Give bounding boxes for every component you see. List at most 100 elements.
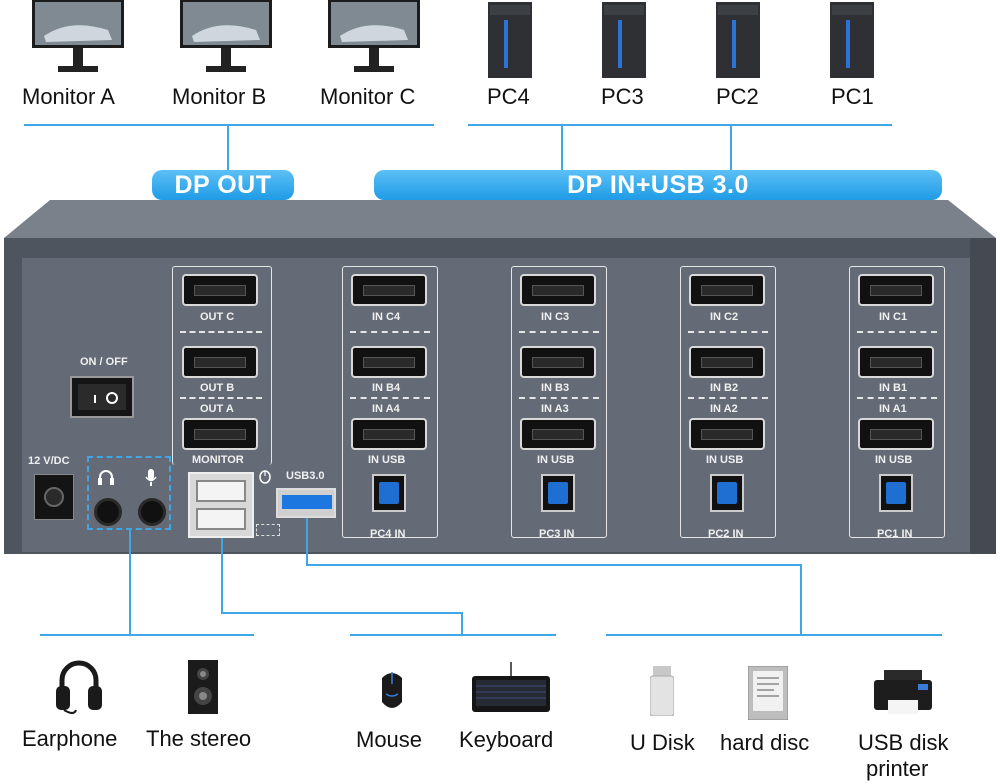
pc2-usb-label: IN USB <box>706 454 744 466</box>
pc4-in-b-label: IN B4 <box>372 382 401 394</box>
monitor-b-icon <box>178 0 274 78</box>
audio-drop-line <box>129 530 131 634</box>
usb30-route-down <box>800 564 802 636</box>
storage-bracket-line <box>606 634 942 636</box>
power-switch[interactable] <box>70 376 134 418</box>
mouse-label: Mouse <box>356 727 423 752</box>
pc1-in-c-label: IN C1 <box>879 311 908 323</box>
power-off-mark <box>106 392 118 404</box>
dp-out-banner: DP OUT <box>152 170 294 200</box>
pc1-dp-in-b-port[interactable] <box>858 346 934 378</box>
earphone-icon <box>54 654 104 716</box>
monitor-c-icon <box>326 0 422 78</box>
pc2-dp-in-a-port[interactable] <box>689 418 765 450</box>
usb-a-drop-line <box>221 538 223 614</box>
dp-out-a-port[interactable] <box>182 418 258 450</box>
u-disk-label: U Disk <box>630 730 695 755</box>
u-disk-icon <box>649 666 675 717</box>
dc-jack-hole <box>44 487 64 507</box>
pc4-dp-in-a-port[interactable] <box>351 418 427 450</box>
power-switch-rocker <box>78 384 126 410</box>
dp-in-connector-left <box>561 124 563 172</box>
stereo-speaker-icon <box>188 660 218 714</box>
hard-disc-icon <box>747 665 789 721</box>
pc2-in-c-label: IN C2 <box>710 311 739 323</box>
dc-power-port[interactable] <box>34 474 74 520</box>
pc2-usb-b-port[interactable] <box>710 474 744 512</box>
usb-a-slot-top <box>196 480 246 502</box>
usb30-port-tongue <box>282 495 332 509</box>
stereo-label: The stereo <box>146 726 252 751</box>
usb-a-route-line <box>221 612 463 614</box>
pc4-dp-in-c-port[interactable] <box>351 274 427 306</box>
pc1-divider-2 <box>857 397 937 399</box>
output-divider-1 <box>180 331 262 333</box>
out-c-label: OUT C <box>200 311 235 323</box>
pc4-in-c-label: IN C4 <box>372 311 401 323</box>
pc-bracket-line <box>468 124 892 126</box>
pc1-footer-label: PC1 IN <box>877 528 913 540</box>
pc3-in-c-label: IN C3 <box>541 311 570 323</box>
pc2-label: PC2 <box>716 84 759 109</box>
pc1-dp-in-c-port[interactable] <box>858 274 934 306</box>
out-a-label: OUT A <box>200 403 234 415</box>
dc-label: 12 V/DC <box>28 455 70 467</box>
printer-label: printer <box>866 756 929 781</box>
microphone-jack[interactable] <box>138 498 166 526</box>
output-divider-2 <box>180 397 262 399</box>
usb-a-route-down <box>461 612 463 634</box>
usb30-port[interactable] <box>276 488 336 518</box>
dp-in-connector-right <box>730 124 732 172</box>
printer-icon <box>874 670 932 718</box>
dp-out-c-port[interactable] <box>182 274 258 306</box>
power-on-mark <box>94 395 96 403</box>
usb-a-dual-port[interactable] <box>188 472 254 538</box>
pc3-divider-1 <box>519 331 599 333</box>
usb-disk-label: USB disk <box>858 730 949 755</box>
pc3-tower-icon <box>598 2 650 78</box>
pc1-in-b-label: IN B1 <box>879 382 908 394</box>
pc3-usb-label: IN USB <box>537 454 575 466</box>
pc1-divider-1 <box>857 331 937 333</box>
pc4-tower-icon <box>484 2 536 78</box>
monitor-c-label: Monitor C <box>320 84 416 109</box>
pc4-divider-2 <box>350 397 430 399</box>
dp-out-b-port[interactable] <box>182 346 258 378</box>
monitor-bracket-line <box>24 124 434 126</box>
keyboard-small-icon <box>256 524 280 536</box>
pc3-divider-2 <box>519 397 599 399</box>
pc4-usb-label: IN USB <box>368 454 406 466</box>
keyboard-label: Keyboard <box>459 727 554 752</box>
pc1-in-a-label: IN A1 <box>879 403 907 415</box>
earphone-label: Earphone <box>22 726 118 751</box>
pc1-usb-b-port[interactable] <box>879 474 913 512</box>
mouse-icon <box>378 668 406 712</box>
dp-in-banner: DP IN+USB 3.0 <box>374 170 942 200</box>
usb30-route-line <box>306 564 802 566</box>
pc4-dp-in-b-port[interactable] <box>351 346 427 378</box>
pc4-in-a-label: IN A4 <box>372 403 400 415</box>
usb30-label: USB3.0 <box>286 470 325 482</box>
monitor-b-label: Monitor B <box>172 84 267 109</box>
pc4-usb-b-port[interactable] <box>372 474 406 512</box>
pc1-usb-label: IN USB <box>875 454 913 466</box>
headphone-jack[interactable] <box>94 498 122 526</box>
pc2-tower-icon <box>712 2 764 78</box>
pc2-in-b-label: IN B2 <box>710 382 739 394</box>
out-b-label: OUT B <box>200 382 235 394</box>
pc4-divider-1 <box>350 331 430 333</box>
monitor-a-label: Monitor A <box>22 84 115 109</box>
pc2-dp-in-b-port[interactable] <box>689 346 765 378</box>
keyboard-icon <box>470 662 552 716</box>
pc3-usb-b-port[interactable] <box>541 474 575 512</box>
pc3-dp-in-b-port[interactable] <box>520 346 596 378</box>
pc1-label: PC1 <box>831 84 874 109</box>
pc1-dp-in-a-port[interactable] <box>858 418 934 450</box>
headphone-icon <box>97 468 115 486</box>
pc2-dp-in-c-port[interactable] <box>689 274 765 306</box>
hard-disc-label: hard disc <box>720 730 810 755</box>
pc3-dp-in-a-port[interactable] <box>520 418 596 450</box>
pc1-tower-icon <box>826 2 878 78</box>
pc3-dp-in-c-port[interactable] <box>520 274 596 306</box>
pc3-footer-label: PC3 IN <box>539 528 575 540</box>
